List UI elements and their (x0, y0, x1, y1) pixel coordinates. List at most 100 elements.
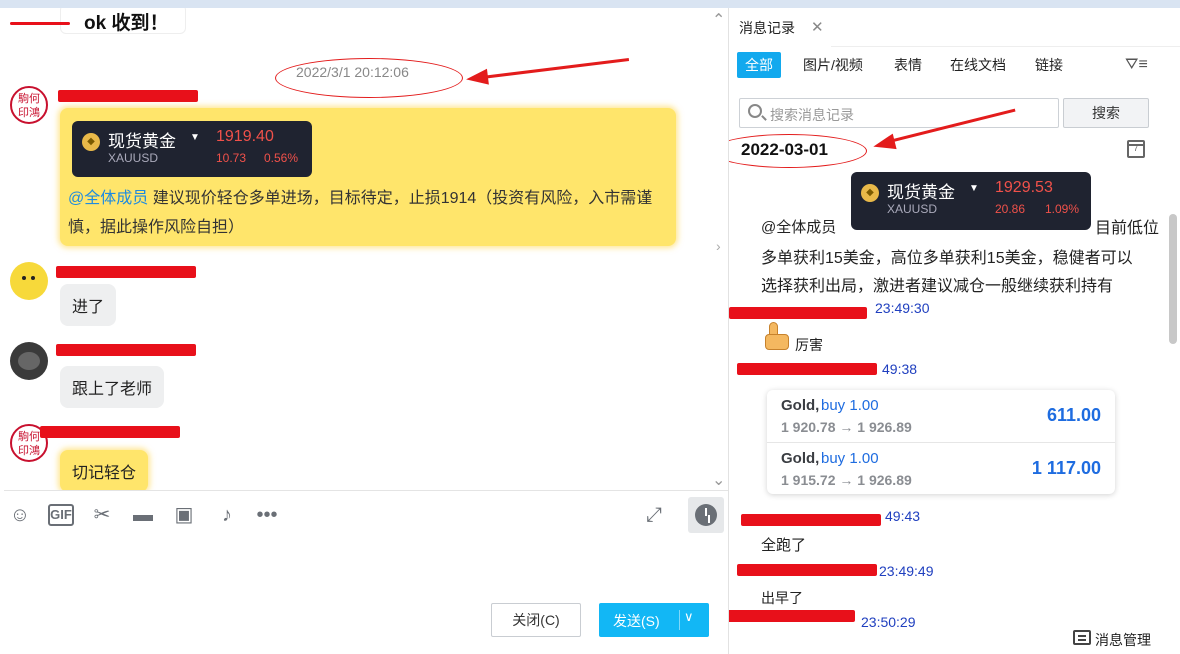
message-manager-icon[interactable] (1073, 630, 1091, 645)
filter-tab-all[interactable]: 全部 (737, 52, 781, 78)
seal-text: 駒何印鴻 (18, 92, 40, 119)
message-text: 切记轻仓 (72, 465, 137, 482)
annotation-arrow-head (465, 68, 489, 88)
message-manager-link[interactable]: 消息管理 (1095, 630, 1151, 650)
message-text: 厉害 (795, 337, 823, 353)
trade-side: buy 1.00 (821, 397, 879, 414)
calendar-icon[interactable]: 7 (1127, 140, 1145, 158)
scroll-down-chevron-icon[interactable]: ⌄ (712, 470, 725, 490)
message-time: 23:49:49 (879, 563, 934, 579)
sender-name-redacted (737, 363, 877, 375)
gold-coin-icon: ◆ (82, 133, 100, 151)
update-text-line1: 目前低位 (1095, 220, 1160, 237)
redaction-mark (10, 22, 70, 25)
announcement-text: @全体成员 建议现价轻仓多单进场，目标待定，止损1914（投资有风险，入市需谨慎… (68, 184, 674, 242)
active-tab-gap (729, 45, 831, 47)
trade-row: Gold, buy 1.00 1 920.78 → 1 926.89 611.0… (767, 390, 1115, 442)
annotation-ellipse (275, 58, 463, 98)
annotation-arrow-head (871, 133, 897, 155)
trade-prices: 1 920.78 → 1 926.89 (781, 419, 912, 435)
avatar-member-pikachu[interactable] (10, 262, 48, 300)
filter-tab-media[interactable]: 图片/视频 (795, 52, 871, 78)
chat-message-area[interactable]: ok 收到！ ⌃ 2022/3/1 20:12:06 駒何印鴻 ◆ 现货黄金 ▼… (4, 8, 728, 490)
scroll-up-chevron-icon[interactable]: ⌃ (712, 10, 725, 30)
trade-symbol: Gold, (781, 450, 820, 467)
input-toolbar: ☺ GIF ✂ ▬ ▣ ♪ ••• ⤢ (4, 490, 728, 538)
sender-name-redacted (56, 344, 196, 356)
filter-tab-emoji[interactable]: 表情 (886, 52, 930, 78)
sender-name-redacted (58, 90, 198, 102)
gold-quote-card[interactable]: ◆ 现货黄金 ▼ XAUUSD 1919.40 10.73 0.56% (72, 121, 312, 177)
quote-symbol: XAUUSD (108, 151, 159, 165)
expand-icon[interactable]: ⤢ (642, 503, 666, 527)
window-top-bar (0, 0, 1180, 8)
emoji-icon[interactable]: ☺ (8, 503, 32, 527)
quote-name: 现货黄金 (108, 132, 176, 151)
quote-change: 20.86 (995, 202, 1026, 216)
trade-row: Gold, buy 1.00 1 915.72 → 1 926.89 1 117… (767, 442, 1115, 494)
trade-profit: 1 117.00 (1031, 458, 1101, 478)
annotation-arrow (481, 57, 630, 79)
quote-change: 10.73 (216, 151, 247, 165)
mention-all[interactable]: @全体成员 (761, 216, 836, 237)
message-text: 跟上了老师 (72, 381, 153, 398)
bell-icon[interactable]: ♪ (215, 503, 239, 527)
announcement-body: 建议现价轻仓多单进场，目标待定，止损1914（投资有风险，入市需谨慎，据此操作风… (68, 190, 653, 236)
quote-symbol: XAUUSD (887, 202, 938, 216)
message-time: 23:49:30 (875, 300, 930, 316)
search-placeholder: 搜索消息记录 (770, 107, 854, 123)
trade-result-card[interactable]: Gold, buy 1.00 1 920.78 → 1 926.89 611.0… (767, 390, 1115, 494)
sender-name-redacted (741, 514, 881, 526)
sender-name-redacted (729, 610, 855, 622)
folder-icon[interactable]: ▬ (131, 503, 155, 527)
caret-down-icon: ▼ (969, 183, 979, 194)
update-text-line3: 选择获利出局，激进者建议减仓一般继续获利持有 (761, 278, 1114, 295)
gold-coin-icon: ◆ (861, 184, 879, 202)
scissors-icon[interactable]: ✂ (90, 503, 114, 527)
previous-message-text: ok 收到！ (84, 13, 169, 34)
message-bubble[interactable]: 进了 (60, 284, 117, 326)
quote-name: 现货黄金 (887, 183, 955, 202)
sender-name-redacted (729, 307, 867, 319)
quote-price: 1919.40 (216, 128, 274, 145)
filter-tab-links[interactable]: 链接 (1027, 52, 1071, 78)
close-button[interactable]: 关闭(C) (491, 603, 581, 637)
send-label: 发送(S) (613, 613, 660, 629)
message-bubble[interactable]: 跟上了老师 (60, 366, 165, 408)
message-text: 全跑了 (761, 537, 807, 554)
send-divider (679, 610, 680, 630)
message-text: 出早了 (761, 590, 803, 606)
close-tab-icon[interactable]: ✕ (811, 18, 824, 36)
gold-quote-card[interactable]: ◆ 现货黄金 ▼ XAUUSD 1929.53 20.86 1.09% (851, 172, 1091, 230)
history-tab-title[interactable]: 消息记录 (739, 18, 795, 38)
history-scrollbar[interactable] (1169, 214, 1177, 344)
image-icon[interactable]: ▣ (172, 503, 196, 527)
history-button[interactable] (688, 497, 724, 533)
sender-name-redacted (56, 266, 196, 278)
message-bubble[interactable]: 切记轻仓 (60, 450, 149, 490)
search-button[interactable]: 搜索 (1063, 98, 1149, 128)
quote-price: 1929.53 (995, 179, 1053, 196)
message-time: 23:50:29 (861, 614, 916, 630)
trade-side: buy 1.00 (821, 450, 879, 467)
caret-down-icon: ▼ (190, 132, 200, 143)
send-options-chevron-icon[interactable]: ∨ (684, 609, 694, 625)
avatar-member-dark[interactable] (10, 342, 48, 380)
history-search-input[interactable]: 搜索消息记录 (739, 98, 1059, 128)
history-icon (695, 504, 717, 526)
filter-icon[interactable]: ⛛≡ (1125, 56, 1148, 74)
mention-all[interactable]: @全体成员 (68, 190, 148, 207)
gif-icon[interactable]: GIF (48, 504, 74, 526)
more-icon[interactable]: ••• (255, 503, 279, 527)
trade-prices: 1 915.72 → 1 926.89 (781, 472, 912, 488)
quote-change-pct: 0.56% (264, 151, 299, 165)
avatar-teacher[interactable]: 駒何印鴻 (10, 86, 48, 124)
update-text-line2: 多单获利15美金，高位多单获利15美金，稳健者可以 (761, 250, 1133, 267)
expand-panel-chevron-icon[interactable]: › (716, 238, 721, 254)
send-button[interactable]: 发送(S) ∨ (599, 603, 709, 637)
filter-tab-docs[interactable]: 在线文档 (942, 52, 1014, 78)
sender-name-redacted (737, 564, 877, 576)
thumbs-up-icon (761, 322, 791, 352)
seal-text: 駒何印鴻 (18, 430, 40, 457)
annotation-ellipse (729, 134, 867, 168)
